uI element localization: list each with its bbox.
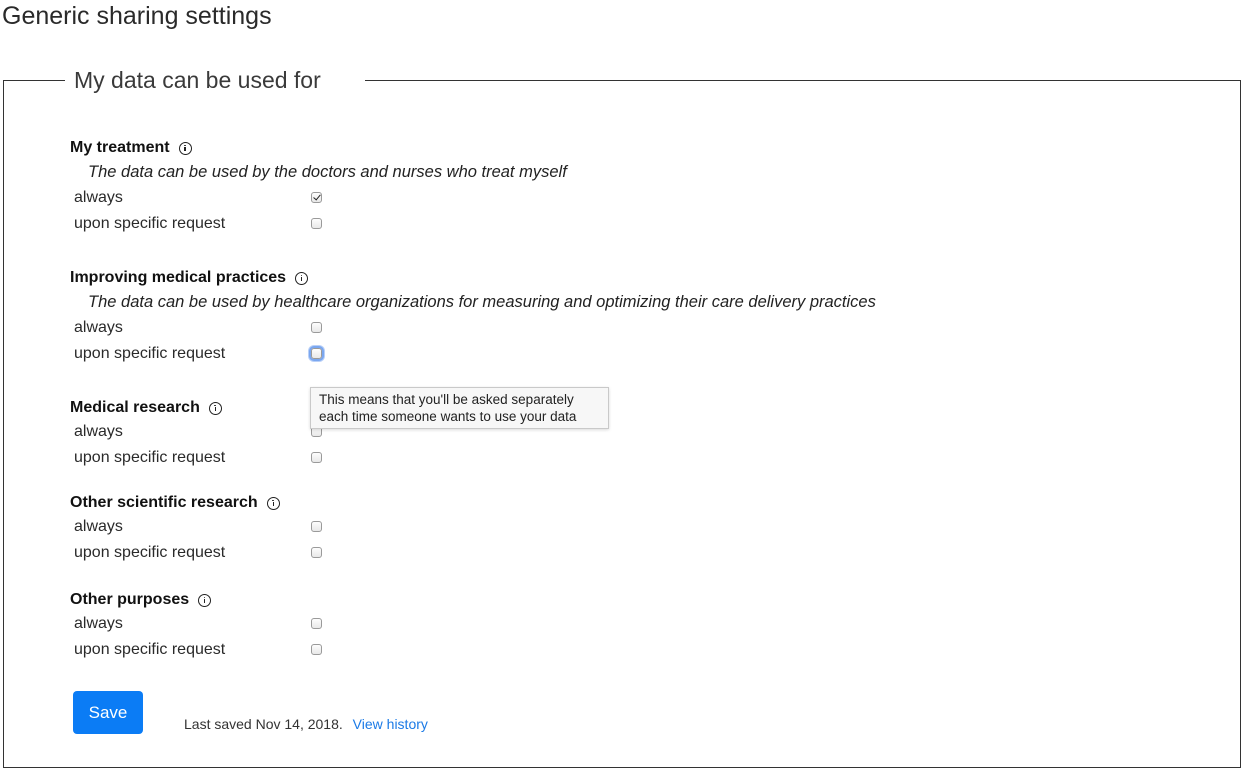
option-row-request: upon specific request xyxy=(74,445,322,471)
section-title: My treatment xyxy=(70,139,170,156)
tooltip-line: This means that you'll be asked separate… xyxy=(319,392,574,407)
option-label-always: always xyxy=(74,319,123,336)
section-title: Other scientific research xyxy=(70,494,258,511)
section-title: Other purposes xyxy=(70,591,190,608)
scientific-research-request-checkbox[interactable] xyxy=(311,547,322,558)
info-icon[interactable] xyxy=(208,401,222,415)
option-label-request: upon specific request xyxy=(74,544,226,561)
option-label-request: upon specific request xyxy=(74,641,226,658)
improving-practices-always-checkbox[interactable] xyxy=(311,322,322,333)
last-saved-text: Last saved Nov 14, 2018. xyxy=(184,716,343,732)
section-description: The data can be used by healthcare organ… xyxy=(88,293,876,311)
scientific-research-always-checkbox[interactable] xyxy=(311,521,322,532)
option-label-always: always xyxy=(74,423,123,440)
page-title: Generic sharing settings xyxy=(2,2,272,30)
tooltip: This means that you'll be asked separate… xyxy=(310,387,609,429)
info-icon[interactable] xyxy=(178,141,192,155)
other-purposes-request-checkbox[interactable] xyxy=(311,644,322,655)
section-title: Medical research xyxy=(70,399,200,416)
option-row-request: upon specific request xyxy=(74,211,567,237)
option-row-always: always xyxy=(74,185,567,211)
fieldset-legend: My data can be used for xyxy=(74,67,321,93)
section-improving-medical-practices: Improving medical practices The data can… xyxy=(70,267,876,367)
view-history-link[interactable]: View history xyxy=(353,716,428,732)
other-purposes-always-checkbox[interactable] xyxy=(311,618,322,629)
save-status: Last saved Nov 14, 2018. View history xyxy=(184,716,428,732)
option-label-always: always xyxy=(74,189,123,206)
section-other-purposes: Other purposes always upon specific requ… xyxy=(70,589,322,663)
my-treatment-request-checkbox[interactable] xyxy=(311,218,322,229)
section-other-scientific-research: Other scientific research always upon sp… xyxy=(70,492,322,566)
info-icon[interactable] xyxy=(266,496,280,510)
option-row-request: upon specific request xyxy=(74,637,322,663)
option-row-always: always xyxy=(74,514,322,540)
option-label-always: always xyxy=(74,615,123,632)
medical-research-request-checkbox[interactable] xyxy=(311,452,322,463)
improving-practices-request-checkbox[interactable] xyxy=(311,348,322,359)
option-label-request: upon specific request xyxy=(74,215,226,232)
section-medical-research: Medical research always upon specific re… xyxy=(70,397,322,471)
option-row-always: always xyxy=(74,611,322,637)
option-label-request: upon specific request xyxy=(74,345,226,362)
option-label-always: always xyxy=(74,518,123,535)
option-row-always: always xyxy=(74,315,876,341)
info-icon[interactable] xyxy=(198,593,212,607)
section-title: Improving medical practices xyxy=(70,269,287,286)
option-row-request: upon specific request xyxy=(74,540,322,566)
option-row-request: upon specific request xyxy=(74,341,876,367)
tooltip-line: each time someone wants to use your data xyxy=(319,409,577,424)
my-treatment-always-checkbox[interactable] xyxy=(311,192,322,203)
section-my-treatment: My treatment The data can be used by the… xyxy=(70,137,567,237)
section-description: The data can be used by the doctors and … xyxy=(88,163,567,181)
option-row-always: always xyxy=(74,419,322,445)
option-label-request: upon specific request xyxy=(74,449,226,466)
info-icon[interactable] xyxy=(295,271,309,285)
save-button[interactable]: Save xyxy=(73,691,143,734)
